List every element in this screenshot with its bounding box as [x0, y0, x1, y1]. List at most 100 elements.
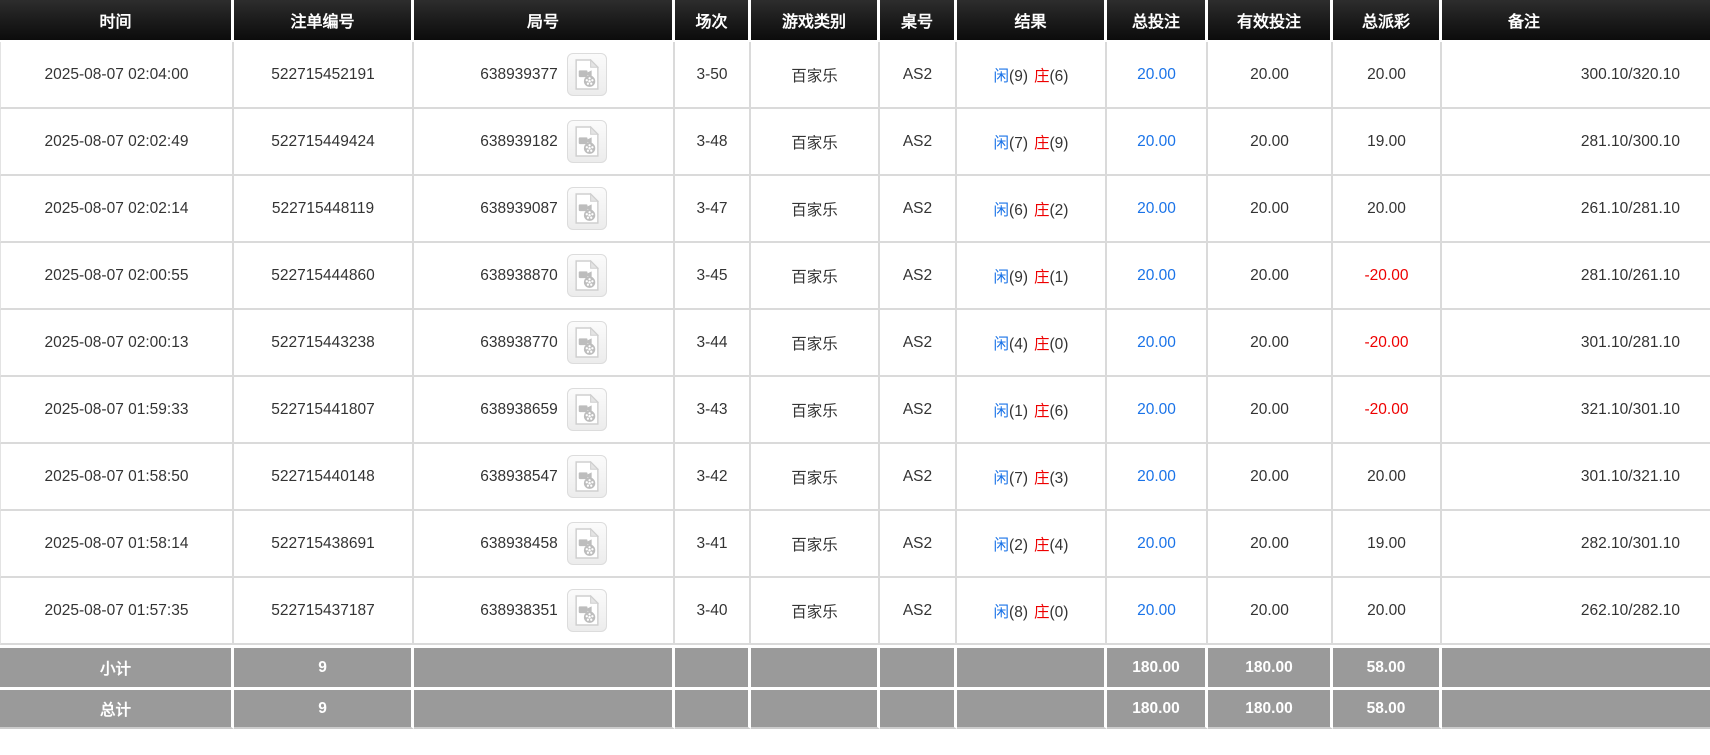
- result-banker-score: (6): [1049, 402, 1069, 420]
- cell-session: 3-41: [675, 511, 751, 578]
- video-replay-button[interactable]: [566, 254, 607, 297]
- grand-total-valid-bet: 180.00: [1208, 687, 1333, 729]
- table-row: 2025-08-07 02:00:13 522715443238 6389387…: [0, 310, 1710, 377]
- cell-session: 3-47: [675, 176, 751, 243]
- cell-round-number: 638939182: [414, 109, 675, 176]
- cell-round-number: 638938870: [414, 243, 675, 310]
- cell-bet-number: 522715440148: [234, 444, 414, 511]
- video-replay-button[interactable]: [566, 388, 607, 431]
- cell-result: 闲(8) 庄(0): [957, 578, 1107, 645]
- result-player-score: (9): [1009, 67, 1028, 85]
- video-replay-button[interactable]: [566, 522, 607, 565]
- table-row: 2025-08-07 01:58:50 522715440148 6389385…: [0, 444, 1710, 511]
- cell-valid-bet: 20.00: [1208, 511, 1333, 578]
- grand-total-total-bet: 180.00: [1107, 687, 1208, 729]
- round-number-text: 638938659: [480, 400, 558, 418]
- grand-total-count: 9: [234, 687, 414, 729]
- header-time: 时间: [0, 0, 234, 42]
- cell-total-payout: 20.00: [1333, 444, 1442, 511]
- cell-game-type: 百家乐: [751, 444, 880, 511]
- header-bet-number: 注单编号: [234, 0, 414, 42]
- result-banker-label: 庄: [1034, 335, 1050, 353]
- video-file-icon: [575, 193, 599, 224]
- video-replay-button[interactable]: [566, 120, 607, 163]
- cell-bet-number: 522715441807: [234, 377, 414, 444]
- cell-round-number: 638939087: [414, 176, 675, 243]
- table-row: 2025-08-07 01:59:33 522715441807 6389386…: [0, 377, 1710, 444]
- cell-time: 2025-08-07 02:04:00: [0, 42, 234, 109]
- cell-session: 3-48: [675, 109, 751, 176]
- cell-time: 2025-08-07 01:58:50: [0, 444, 234, 511]
- cell-round-number: 638939377: [414, 42, 675, 109]
- cell-time: 2025-08-07 01:57:35: [0, 578, 234, 645]
- result-player-label: 闲: [993, 67, 1010, 85]
- cell-game-type: 百家乐: [751, 109, 880, 176]
- cell-remark: 282.10/301.10: [1442, 511, 1710, 578]
- result-banker-score: (0): [1049, 603, 1069, 621]
- result-banker-label: 庄: [1034, 67, 1050, 85]
- result-banker-label: 庄: [1034, 469, 1050, 487]
- round-number-text: 638938547: [480, 467, 558, 485]
- cell-remark: 281.10/261.10: [1442, 243, 1710, 310]
- cell-remark: 261.10/281.10: [1442, 176, 1710, 243]
- cell-bet-number: 522715449424: [234, 109, 414, 176]
- result-banker-label: 庄: [1034, 603, 1050, 621]
- video-file-icon: [575, 126, 599, 157]
- cell-game-type: 百家乐: [751, 511, 880, 578]
- result-banker-score: (4): [1049, 536, 1069, 554]
- result-player-label: 闲: [993, 268, 1010, 286]
- video-replay-button[interactable]: [566, 455, 607, 498]
- cell-result: 闲(6) 庄(2): [957, 176, 1107, 243]
- video-replay-button[interactable]: [566, 321, 607, 364]
- round-number-text: 638939377: [480, 65, 558, 83]
- grand-total-label: 总计: [0, 687, 234, 729]
- cell-time: 2025-08-07 02:02:49: [0, 109, 234, 176]
- result-player-label: 闲: [993, 536, 1010, 554]
- cell-bet-number: 522715444860: [234, 243, 414, 310]
- video-replay-button[interactable]: [566, 187, 607, 230]
- cell-valid-bet: 20.00: [1208, 310, 1333, 377]
- cell-table-number: AS2: [880, 109, 957, 176]
- table-row: 2025-08-07 01:58:14 522715438691 6389384…: [0, 511, 1710, 578]
- cell-remark: 281.10/300.10: [1442, 109, 1710, 176]
- cell-bet-number: 522715443238: [234, 310, 414, 377]
- cell-valid-bet: 20.00: [1208, 444, 1333, 511]
- cell-bet-number: 522715437187: [234, 578, 414, 645]
- cell-total-bet: 20.00: [1107, 444, 1208, 511]
- grand-total-total-payout: 58.00: [1333, 687, 1442, 729]
- subtotal-valid-bet: 180.00: [1208, 645, 1333, 687]
- result-banker-score: (3): [1049, 469, 1069, 487]
- cell-total-payout: 19.00: [1333, 511, 1442, 578]
- video-file-icon: [575, 595, 599, 626]
- cell-total-payout: 20.00: [1333, 578, 1442, 645]
- cell-total-bet: 20.00: [1107, 109, 1208, 176]
- video-replay-button[interactable]: [566, 589, 607, 632]
- header-round-number: 局号: [414, 0, 675, 42]
- cell-round-number: 638938458: [414, 511, 675, 578]
- cell-valid-bet: 20.00: [1208, 377, 1333, 444]
- result-banker-label: 庄: [1034, 402, 1050, 420]
- round-number-text: 638938770: [480, 333, 558, 351]
- video-replay-button[interactable]: [566, 53, 607, 96]
- cell-result: 闲(1) 庄(6): [957, 377, 1107, 444]
- cell-valid-bet: 20.00: [1208, 109, 1333, 176]
- round-number-text: 638939087: [480, 199, 558, 217]
- table-header: 时间 注单编号 局号 场次 游戏类别 桌号 结果 总投注 有效投注 总派彩 备注: [0, 0, 1710, 42]
- subtotal-count: 9: [234, 645, 414, 687]
- cell-session: 3-42: [675, 444, 751, 511]
- cell-session: 3-40: [675, 578, 751, 645]
- result-player-score: (7): [1009, 469, 1028, 487]
- cell-session: 3-43: [675, 377, 751, 444]
- cell-bet-number: 522715452191: [234, 42, 414, 109]
- result-banker-label: 庄: [1034, 201, 1050, 219]
- cell-total-bet: 20.00: [1107, 377, 1208, 444]
- result-player-score: (9): [1009, 268, 1028, 286]
- round-number-text: 638938458: [480, 534, 558, 552]
- cell-valid-bet: 20.00: [1208, 578, 1333, 645]
- cell-game-type: 百家乐: [751, 310, 880, 377]
- cell-total-payout: -20.00: [1333, 377, 1442, 444]
- video-file-icon: [575, 461, 599, 492]
- video-file-icon: [575, 528, 599, 559]
- cell-time: 2025-08-07 01:59:33: [0, 377, 234, 444]
- cell-remark: 301.10/281.10: [1442, 310, 1710, 377]
